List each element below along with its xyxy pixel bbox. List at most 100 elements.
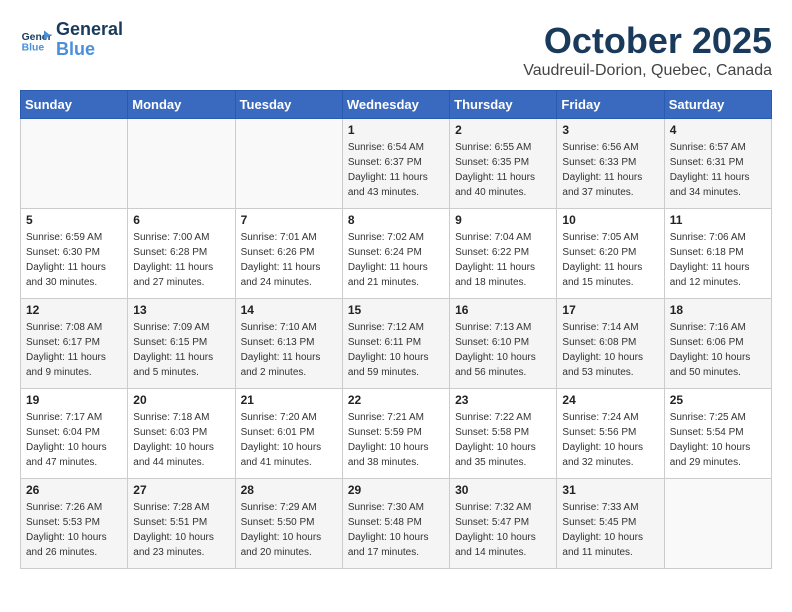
day-info: Sunrise: 7:22 AMSunset: 5:58 PMDaylight:… <box>455 410 551 470</box>
day-number: 13 <box>133 303 229 317</box>
day-number: 9 <box>455 213 551 227</box>
calendar-cell: 16 Sunrise: 7:13 AMSunset: 6:10 PMDayligh… <box>450 299 557 389</box>
calendar-cell <box>664 479 771 569</box>
calendar-cell: 4 Sunrise: 6:57 AMSunset: 6:31 PMDaylight… <box>664 119 771 209</box>
calendar-cell: 21Sunrise: 7:20 AMSunset: 6:01 PMDayligh… <box>235 389 342 479</box>
weekday-header-wednesday: Wednesday <box>342 91 449 119</box>
day-info: Sunrise: 7:13 AMSunset: 6:10 PMDaylight:… <box>455 320 551 380</box>
day-number: 31 <box>562 483 658 497</box>
weekday-header-thursday: Thursday <box>450 91 557 119</box>
calendar-cell: 9Sunrise: 7:04 AMSunset: 6:22 PMDaylight… <box>450 209 557 299</box>
day-number: 6 <box>133 213 229 227</box>
calendar-cell: 15Sunrise: 7:12 AMSunset: 6:11 PMDayligh… <box>342 299 449 389</box>
calendar-cell: 1Sunrise: 6:54 AMSunset: 6:37 PMDaylight… <box>342 119 449 209</box>
calendar-cell: 30 Sunrise: 7:32 AMSunset: 5:47 PMDayligh… <box>450 479 557 569</box>
day-number: 22 <box>348 393 444 407</box>
calendar-cell: 7Sunrise: 7:01 AMSunset: 6:26 PMDaylight… <box>235 209 342 299</box>
day-number: 29 <box>348 483 444 497</box>
calendar-week-2: 5Sunrise: 6:59 AMSunset: 6:30 PMDaylight… <box>21 209 772 299</box>
calendar-cell: 17 Sunrise: 7:14 AMSunset: 6:08 PMDayligh… <box>557 299 664 389</box>
calendar-cell: 2 Sunrise: 6:55 AMSunset: 6:35 PMDaylight… <box>450 119 557 209</box>
day-info: Sunrise: 7:00 AMSunset: 6:28 PMDaylight:… <box>133 230 229 290</box>
day-info: Sunrise: 7:25 AMSunset: 5:54 PMDaylight:… <box>670 410 766 470</box>
calendar-cell: 31 Sunrise: 7:33 AMSunset: 5:45 PMDayligh… <box>557 479 664 569</box>
day-number: 1 <box>348 123 444 137</box>
day-info: Sunrise: 7:16 AMSunset: 6:06 PMDaylight:… <box>670 320 766 380</box>
day-info: Sunrise: 7:29 AMSunset: 5:50 PMDaylight:… <box>241 500 337 560</box>
day-info: Sunrise: 7:06 AMSunset: 6:18 PMDaylight:… <box>670 230 766 290</box>
day-number: 10 <box>562 213 658 227</box>
calendar-cell: 8 Sunrise: 7:02 AMSunset: 6:24 PMDaylight… <box>342 209 449 299</box>
day-number: 24 <box>562 393 658 407</box>
day-number: 25 <box>670 393 766 407</box>
calendar-cell: 29 Sunrise: 7:30 AMSunset: 5:48 PMDayligh… <box>342 479 449 569</box>
day-info: Sunrise: 7:26 AMSunset: 5:53 PMDaylight:… <box>26 500 122 560</box>
day-number: 16 <box>455 303 551 317</box>
calendar-subtitle: Vaudreuil-Dorion, Quebec, Canada <box>523 62 772 80</box>
svg-text:Blue: Blue <box>22 42 45 53</box>
day-number: 26 <box>26 483 122 497</box>
day-info: Sunrise: 7:14 AMSunset: 6:08 PMDaylight:… <box>562 320 658 380</box>
day-info: Sunrise: 7:21 AMSunset: 5:59 PMDaylight:… <box>348 410 444 470</box>
calendar-cell: 25 Sunrise: 7:25 AMSunset: 5:54 PMDayligh… <box>664 389 771 479</box>
calendar-cell <box>128 119 235 209</box>
day-number: 2 <box>455 123 551 137</box>
day-info: Sunrise: 7:32 AMSunset: 5:47 PMDaylight:… <box>455 500 551 560</box>
day-info: Sunrise: 7:10 AMSunset: 6:13 PMDaylight:… <box>241 320 337 380</box>
day-number: 30 <box>455 483 551 497</box>
day-number: 11 <box>670 213 766 227</box>
day-info: Sunrise: 7:17 AMSunset: 6:04 PMDaylight:… <box>26 410 122 470</box>
calendar-cell: 14 Sunrise: 7:10 AMSunset: 6:13 PMDayligh… <box>235 299 342 389</box>
header: General Blue General Blue October 2025 V… <box>20 20 772 80</box>
day-number: 5 <box>26 213 122 227</box>
calendar-cell <box>21 119 128 209</box>
day-info: Sunrise: 6:57 AMSunset: 6:31 PMDaylight:… <box>670 140 766 200</box>
day-info: Sunrise: 7:28 AMSunset: 5:51 PMDaylight:… <box>133 500 229 560</box>
calendar-cell: 6 Sunrise: 7:00 AMSunset: 6:28 PMDaylight… <box>128 209 235 299</box>
calendar-cell: 26 Sunrise: 7:26 AMSunset: 5:53 PMDayligh… <box>21 479 128 569</box>
weekday-header-tuesday: Tuesday <box>235 91 342 119</box>
calendar-cell: 28 Sunrise: 7:29 AMSunset: 5:50 PMDayligh… <box>235 479 342 569</box>
day-info: Sunrise: 7:30 AMSunset: 5:48 PMDaylight:… <box>348 500 444 560</box>
calendar-cell <box>235 119 342 209</box>
calendar-week-4: 19 Sunrise: 7:17 AMSunset: 6:04 PMDayligh… <box>21 389 772 479</box>
calendar-cell: 23Sunrise: 7:22 AMSunset: 5:58 PMDayligh… <box>450 389 557 479</box>
day-info: Sunrise: 7:18 AMSunset: 6:03 PMDaylight:… <box>133 410 229 470</box>
calendar-cell: 5Sunrise: 6:59 AMSunset: 6:30 PMDaylight… <box>21 209 128 299</box>
calendar-cell: 12Sunrise: 7:08 AMSunset: 6:17 PMDayligh… <box>21 299 128 389</box>
day-number: 12 <box>26 303 122 317</box>
weekday-header-saturday: Saturday <box>664 91 771 119</box>
day-number: 3 <box>562 123 658 137</box>
calendar-cell: 10 Sunrise: 7:05 AMSunset: 6:20 PMDayligh… <box>557 209 664 299</box>
calendar-cell: 18Sunrise: 7:16 AMSunset: 6:06 PMDayligh… <box>664 299 771 389</box>
day-number: 4 <box>670 123 766 137</box>
day-number: 28 <box>241 483 337 497</box>
day-info: Sunrise: 7:09 AMSunset: 6:15 PMDaylight:… <box>133 320 229 380</box>
day-info: Sunrise: 7:02 AMSunset: 6:24 PMDaylight:… <box>348 230 444 290</box>
calendar-cell: 24Sunrise: 7:24 AMSunset: 5:56 PMDayligh… <box>557 389 664 479</box>
calendar-header: SundayMondayTuesdayWednesdayThursdayFrid… <box>21 91 772 119</box>
day-info: Sunrise: 7:33 AMSunset: 5:45 PMDaylight:… <box>562 500 658 560</box>
calendar-cell: 11 Sunrise: 7:06 AMSunset: 6:18 PMDayligh… <box>664 209 771 299</box>
day-number: 27 <box>133 483 229 497</box>
logo-text-blue: Blue <box>56 40 123 60</box>
calendar-cell: 13 Sunrise: 7:09 AMSunset: 6:15 PMDayligh… <box>128 299 235 389</box>
day-info: Sunrise: 6:56 AMSunset: 6:33 PMDaylight:… <box>562 140 658 200</box>
day-info: Sunrise: 7:05 AMSunset: 6:20 PMDaylight:… <box>562 230 658 290</box>
weekday-header-friday: Friday <box>557 91 664 119</box>
weekday-header-monday: Monday <box>128 91 235 119</box>
calendar-table: SundayMondayTuesdayWednesdayThursdayFrid… <box>20 90 772 569</box>
calendar-cell: 27 Sunrise: 7:28 AMSunset: 5:51 PMDayligh… <box>128 479 235 569</box>
logo: General Blue General Blue <box>20 20 123 60</box>
day-number: 8 <box>348 213 444 227</box>
calendar-week-5: 26 Sunrise: 7:26 AMSunset: 5:53 PMDayligh… <box>21 479 772 569</box>
calendar-cell: 3 Sunrise: 6:56 AMSunset: 6:33 PMDaylight… <box>557 119 664 209</box>
day-number: 19 <box>26 393 122 407</box>
calendar-cell: 19 Sunrise: 7:17 AMSunset: 6:04 PMDayligh… <box>21 389 128 479</box>
day-info: Sunrise: 7:12 AMSunset: 6:11 PMDaylight:… <box>348 320 444 380</box>
day-info: Sunrise: 6:55 AMSunset: 6:35 PMDaylight:… <box>455 140 551 200</box>
day-number: 21 <box>241 393 337 407</box>
logo-icon: General Blue <box>20 24 52 56</box>
day-number: 14 <box>241 303 337 317</box>
day-number: 17 <box>562 303 658 317</box>
